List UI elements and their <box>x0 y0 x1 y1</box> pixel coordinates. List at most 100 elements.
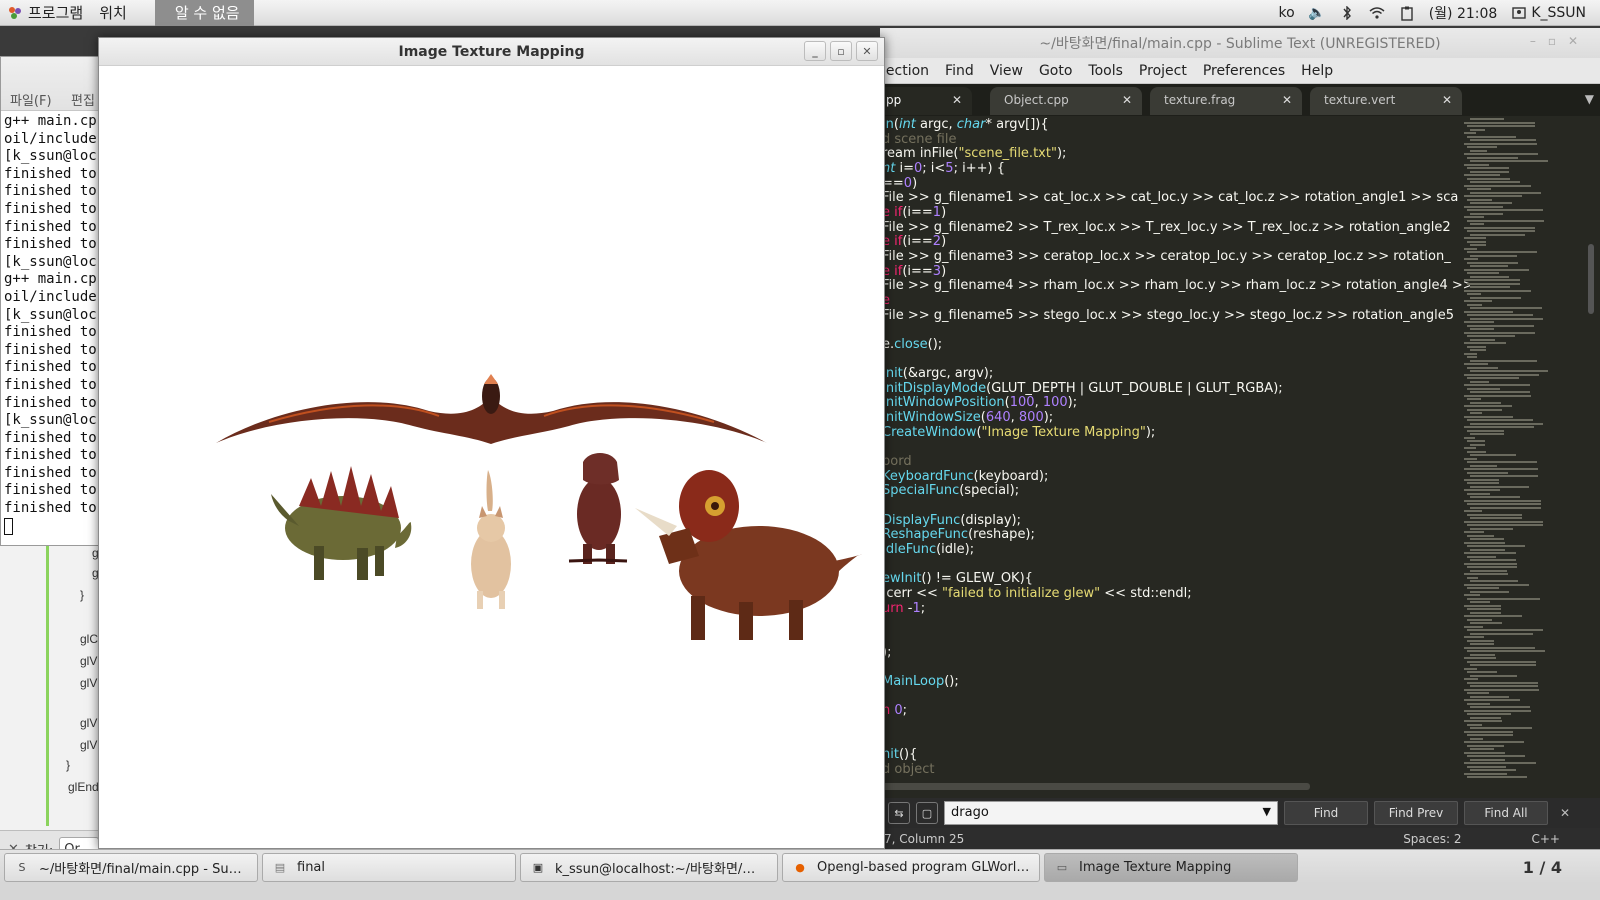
opengl-titlebar[interactable]: Image Texture Mapping _ ▫ ✕ <box>99 38 884 66</box>
editor-code-line: glV <box>80 716 98 730</box>
editor-tab[interactable]: Object.cpp ✕ <box>990 87 1142 115</box>
chevron-down-icon[interactable]: ▼ <box>1263 805 1271 818</box>
sublime-window-controls[interactable]: –▫✕ <box>1530 34 1590 48</box>
tab-label: pp <box>886 93 902 107</box>
wrap-toggle-icon[interactable]: ⇆ <box>888 802 910 824</box>
editor-change-marker <box>46 546 49 826</box>
editor-code-line: glV <box>80 654 98 668</box>
clock[interactable]: (월) 21:08 <box>1429 3 1498 23</box>
user-menu[interactable]: K_SSUN <box>1511 5 1586 21</box>
rendered-scene[interactable] <box>99 66 884 848</box>
volume-icon[interactable]: 🔈 <box>1308 5 1325 21</box>
terminal-line: finished to <box>4 236 97 253</box>
terminal-icon: ▣ <box>532 861 544 874</box>
taskbar-item[interactable]: ▣ k_ssun@localhost:~/바탕화면/… <box>520 853 778 882</box>
bluetooth-icon[interactable] <box>1339 5 1355 21</box>
minimap[interactable] <box>1464 118 1564 778</box>
in-selection-toggle-icon[interactable]: ▢ <box>916 802 938 824</box>
syntax-setting[interactable]: C++ <box>1532 832 1561 846</box>
editor-code-line: glC <box>80 632 99 646</box>
user-icon <box>1511 5 1527 21</box>
find-input[interactable]: drago ▼ <box>944 801 1278 825</box>
menu-item-find[interactable]: Find <box>945 63 974 79</box>
terminal-window[interactable]: 파일(F) 편집 g++ main.cp oil/include [k_ssun@l… <box>0 56 110 546</box>
sublime-text-window[interactable]: ~/바탕화면/final/main.cpp - Sublime Text (UN… <box>872 28 1600 868</box>
cursor-position: 7, Column 25 <box>884 832 965 846</box>
close-tab-icon[interactable]: ✕ <box>1122 93 1132 107</box>
pterodactyl-model <box>216 374 767 444</box>
terminal-line: [k_ssun@loc <box>4 253 97 270</box>
taskbar-item[interactable]: ▭ Image Texture Mapping <box>1044 853 1298 882</box>
text-editor-background: gg}glCglVglVglVglV}glEnd ✕ 찾기: Or <box>0 546 110 868</box>
find-button[interactable]: Find <box>1284 801 1368 825</box>
minimize-button[interactable]: _ <box>804 41 826 61</box>
keyboard-layout-indicator[interactable]: ko <box>1279 5 1295 21</box>
applications-menu-label: 프로그램 <box>28 4 84 22</box>
active-app-label: 알 수 없음 <box>174 4 240 22</box>
folder-icon: ▤ <box>274 861 286 874</box>
taskbar-item-label: ~/바탕화면/final/main.cpp - Su… <box>39 862 242 877</box>
editor-tab[interactable]: texture.vert ✕ <box>1310 87 1462 115</box>
terminal-output[interactable]: g++ main.cp oil/include [k_ssun@loc finishe… <box>1 111 109 536</box>
menu-item-view[interactable]: View <box>990 63 1023 79</box>
find-panel: ⇆ ▢ drago ▼ Find Find Prev Find All ✕ <box>880 798 1600 828</box>
menu-item-help[interactable]: Help <box>1301 63 1333 79</box>
sublime-icon: S <box>18 861 26 874</box>
terminal-line: finished to <box>4 165 97 182</box>
menu-item-tools[interactable]: Tools <box>1088 63 1123 79</box>
menu-item-preferences[interactable]: Preferences <box>1203 63 1285 79</box>
terminal-line: finished to <box>4 376 97 393</box>
terminal-line: finished to <box>4 394 97 411</box>
terminal-menu-file[interactable]: 파일(F) <box>10 90 52 109</box>
opengl-window[interactable]: Image Texture Mapping _ ▫ ✕ <box>98 37 885 849</box>
tab-label: Object.cpp <box>1004 93 1069 107</box>
editor-code-line: } <box>66 758 71 772</box>
menu-item-project[interactable]: Project <box>1139 63 1187 79</box>
editor-code-line: glEnd <box>68 780 99 794</box>
terminal-line: [k_ssun@loc <box>4 306 97 323</box>
terminal-menu-edit[interactable]: 편집 <box>71 90 95 109</box>
close-tab-icon[interactable]: ✕ <box>1282 93 1292 107</box>
user-name: K_SSUN <box>1531 5 1586 21</box>
applications-menu[interactable]: 프로그램 <box>0 0 91 26</box>
menu-item-lection[interactable]: lection <box>882 63 929 79</box>
terminal-line: finished to <box>4 447 97 464</box>
editor-code-line: } <box>80 588 85 602</box>
tabs-dropdown-icon[interactable]: ▼ <box>1585 92 1594 106</box>
clipboard-icon[interactable] <box>1399 5 1415 21</box>
terminal-line: finished to <box>4 183 97 200</box>
taskbar-item[interactable]: ● Opengl-based program GLWorl… <box>782 853 1040 882</box>
places-menu[interactable]: 위치 <box>91 0 135 26</box>
find-input-value: drago <box>951 805 989 820</box>
wifi-icon[interactable] <box>1369 5 1385 21</box>
workspace-indicator[interactable]: 1 / 4 <box>1523 858 1562 877</box>
menu-item-goto[interactable]: Goto <box>1039 63 1072 79</box>
tab-label: texture.frag <box>1164 93 1236 107</box>
taskbar-item[interactable]: S ~/바탕화면/final/main.cpp - Su… <box>4 853 258 882</box>
tab-label: texture.vert <box>1324 93 1396 107</box>
find-prev-button[interactable]: Find Prev <box>1374 801 1458 825</box>
close-tab-icon[interactable]: ✕ <box>1442 93 1452 107</box>
terminal-line: [k_ssun@loc <box>4 148 97 165</box>
editor-tab[interactable]: texture.frag ✕ <box>1150 87 1302 115</box>
editor-tab[interactable]: pp ✕ <box>872 87 972 115</box>
close-tab-icon[interactable]: ✕ <box>952 93 962 107</box>
opengl-window-title: Image Texture Mapping <box>398 43 585 60</box>
horizontal-scrollbar[interactable] <box>880 783 1310 790</box>
code-editor[interactable]: in(int argc, char* argv[]){ d scene file… <box>880 118 1470 818</box>
editor-code-line: glV <box>80 676 98 690</box>
close-icon[interactable]: ✕ <box>1560 806 1570 820</box>
indentation-setting[interactable]: Spaces: 2 <box>1403 832 1461 846</box>
active-app-menu[interactable]: 알 수 없음 <box>154 0 254 26</box>
find-all-button[interactable]: Find All <box>1464 801 1548 825</box>
close-button[interactable]: ✕ <box>856 41 878 61</box>
vertical-scrollbar[interactable] <box>1588 244 1594 314</box>
terminal-line: finished to <box>4 429 97 446</box>
taskbar-item[interactable]: ▤ final <box>262 853 516 882</box>
terminal-cursor <box>4 517 109 536</box>
taskbar-item-label: final <box>297 860 326 875</box>
t-rex-model <box>568 453 628 564</box>
maximize-button[interactable]: ▫ <box>830 41 852 61</box>
taskbar-lower-strip <box>0 883 1600 900</box>
terminal-line: finished to <box>4 341 97 358</box>
